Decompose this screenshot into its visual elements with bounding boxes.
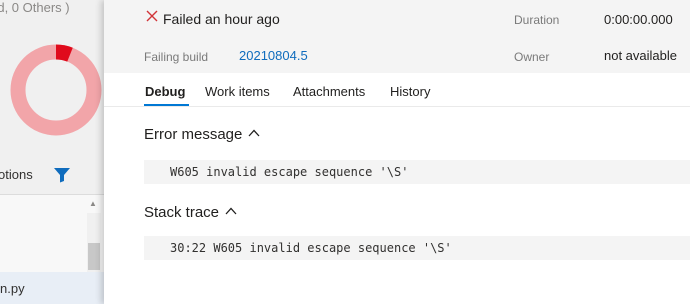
- scrollbar-thumb[interactable]: [88, 243, 100, 270]
- list-item-selected[interactable]: n.py: [0, 272, 104, 304]
- chevron-up-icon: [248, 129, 260, 137]
- duration-label: Duration: [514, 13, 560, 27]
- duration-value: 0:00:00.000: [604, 12, 673, 27]
- error-message-block: W605 invalid escape sequence '\S': [144, 160, 690, 184]
- test-details-panel: Failed an hour ago Duration 0:00:00.000 …: [104, 0, 690, 304]
- stack-trace-block: 30:22 W605 invalid escape sequence '\S': [144, 236, 690, 260]
- error-message-text: W605 invalid escape sequence '\S': [170, 165, 409, 179]
- stack-trace-text: 30:22 W605 invalid escape sequence '\S': [170, 241, 452, 255]
- active-tab-indicator: [144, 104, 189, 106]
- owner-label: Owner: [514, 50, 550, 64]
- tab-work-items[interactable]: Work items: [205, 84, 270, 99]
- test-summary-panel: cted, 0 Others ) otions ▲ n.py: [0, 0, 104, 304]
- donut-passed-segment: [10, 44, 102, 136]
- tab-attachments[interactable]: Attachments: [293, 84, 365, 99]
- failing-build-link[interactable]: 20210804.5: [239, 48, 308, 63]
- stack-trace-header[interactable]: Stack trace: [144, 204, 237, 221]
- tab-debug[interactable]: Debug: [145, 84, 185, 99]
- error-message-header[interactable]: Error message: [144, 126, 260, 143]
- status-text: Failed an hour ago: [163, 11, 280, 27]
- error-message-title: Error message: [144, 126, 243, 143]
- test-summary-header: Failed an hour ago Duration 0:00:00.000 …: [104, 0, 690, 73]
- failing-build-label: Failing build: [144, 50, 209, 64]
- details-tabs: Debug Work items Attachments History: [104, 73, 690, 107]
- filter-icon[interactable]: [53, 167, 71, 183]
- close-icon: [146, 10, 158, 22]
- outcome-summary-text: cted, 0 Others ): [0, 0, 70, 15]
- chevron-up-icon: [225, 207, 237, 215]
- options-label[interactable]: otions: [0, 167, 33, 182]
- outcome-donut-chart: [10, 44, 102, 136]
- tab-history[interactable]: History: [390, 84, 430, 99]
- stack-trace-title: Stack trace: [144, 204, 220, 221]
- list-item-label: n.py: [0, 281, 25, 296]
- scroll-up-arrow-icon[interactable]: ▲: [89, 200, 97, 208]
- owner-value: not available: [604, 48, 677, 63]
